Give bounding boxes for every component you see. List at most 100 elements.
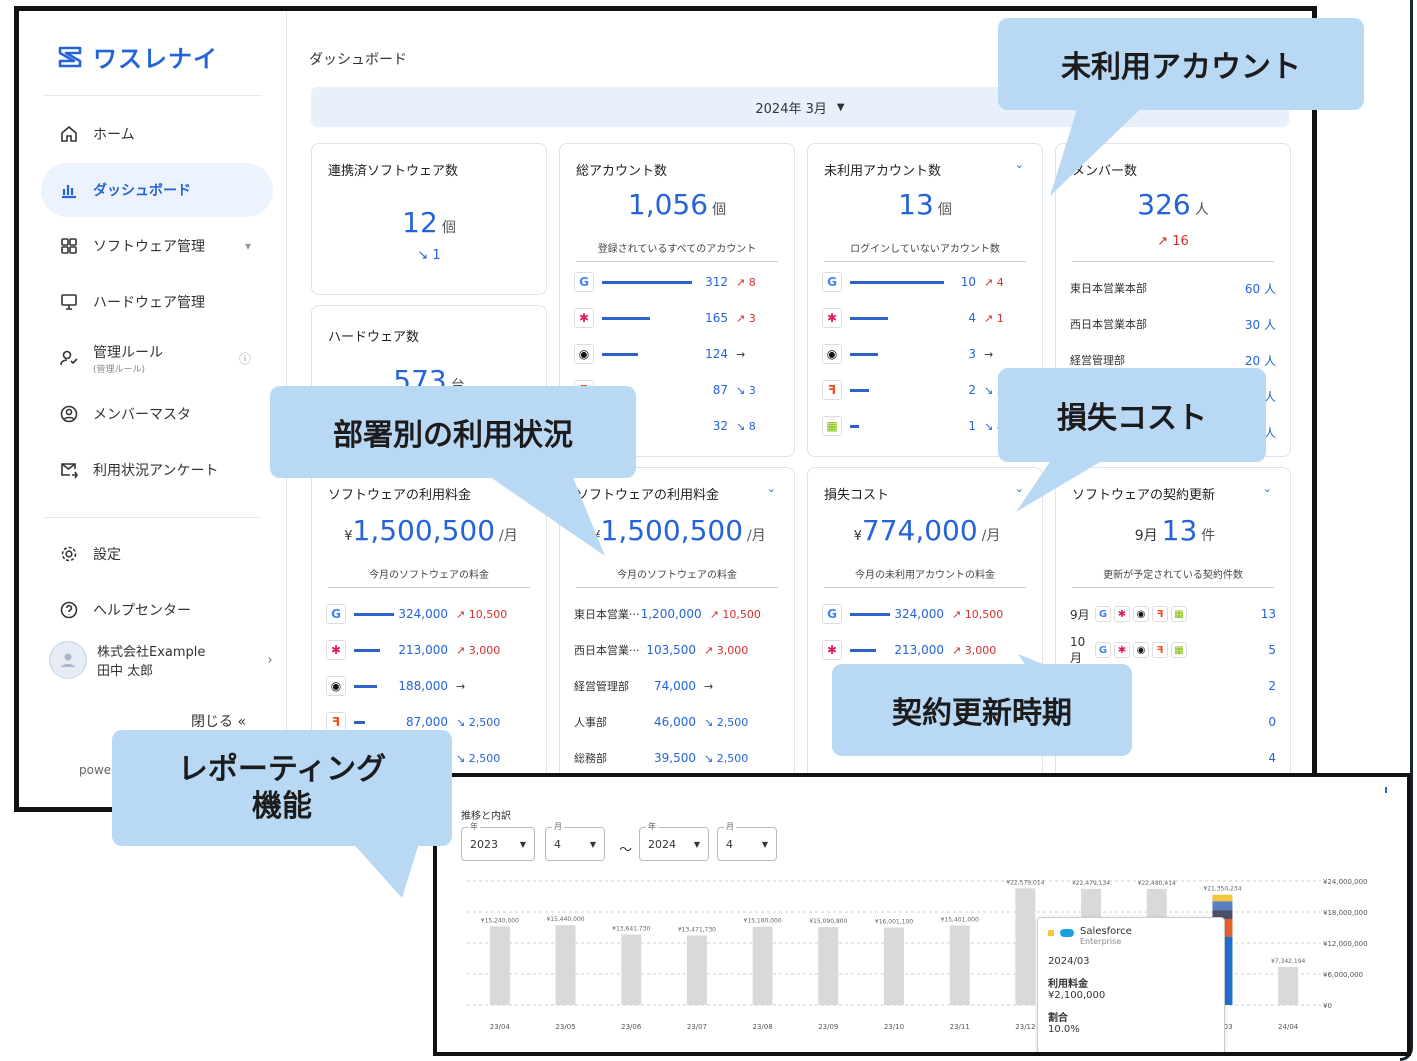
callout-tail bbox=[1016, 456, 1110, 512]
sidebar-item-survey[interactable]: 利用状況アンケート bbox=[41, 443, 273, 497]
list-item[interactable]: ✱ 4 ↗ 1 bbox=[822, 306, 1028, 330]
row-delta: → bbox=[704, 679, 714, 693]
bar[interactable] bbox=[555, 925, 576, 1005]
card-value: 9月 13 件 bbox=[1056, 514, 1290, 547]
microsoft-icon: ▦ bbox=[1171, 642, 1187, 658]
user-menu[interactable]: 株式会社Example 田中 太郎 › bbox=[49, 641, 273, 679]
row-delta: ↘ 2,500 bbox=[704, 715, 749, 729]
list-item[interactable]: 総務部 39,500 ↘ 2,500 bbox=[574, 746, 780, 770]
usage-trend-chart: ¥24,000,000 ¥18,000,000 ¥12,000,000 ¥6,000,… bbox=[467, 878, 1368, 1031]
list-item[interactable]: ✱ 213,000 ↗ 3,000 bbox=[822, 638, 1028, 662]
sidebar-item-rules[interactable]: 管理ルール (管理ルール) ⓘ bbox=[41, 331, 273, 385]
list-item[interactable]: G 10 ↗ 4 bbox=[822, 270, 1028, 294]
sidebar-item-home[interactable]: ホーム bbox=[41, 107, 273, 161]
list-item[interactable]: 人事部 46,000 ↘ 2,500 bbox=[574, 710, 780, 734]
sidebar-item-help[interactable]: ヘルプセンター bbox=[41, 583, 273, 637]
bar[interactable] bbox=[752, 926, 773, 1005]
bar[interactable] bbox=[818, 927, 839, 1005]
bar-value-label: ¥15,240,000 bbox=[481, 917, 519, 924]
close-sidebar-button[interactable]: 閉じる « bbox=[191, 711, 246, 731]
currency: ¥ bbox=[853, 529, 862, 544]
unused-value: 13 bbox=[898, 188, 934, 221]
usage-bar bbox=[850, 316, 888, 320]
chevron-down-icon[interactable]: ⌄ bbox=[1015, 158, 1024, 171]
bar[interactable] bbox=[884, 927, 904, 1005]
logo[interactable]: ワスレナイ bbox=[57, 39, 218, 74]
unit: /月 bbox=[747, 528, 766, 544]
row-label: 東日本営業本部 bbox=[1070, 282, 1147, 295]
software-count-card[interactable]: 連携済ソフトウェア数 12 個 ↘ 1 bbox=[311, 143, 547, 295]
brand-name: ワスレナイ bbox=[93, 45, 218, 73]
callout-reporting: レポーティング 機能 bbox=[112, 730, 452, 846]
list-item[interactable]: G 324,000 ↗ 10,500 bbox=[326, 602, 532, 626]
list-item[interactable]: ✱ 213,000 ↗ 3,000 bbox=[326, 638, 532, 662]
figma-icon: ꟻ bbox=[1152, 642, 1168, 658]
card-subtitle: 今月のソフトウェアの料金 bbox=[576, 566, 778, 588]
list-item[interactable]: 西日本営業··· 103,500 ↗ 3,000 bbox=[574, 638, 780, 662]
list-item[interactable]: ◉ 124 → bbox=[574, 342, 780, 366]
list-item[interactable]: 西日本営業本部 30 人 bbox=[1070, 312, 1276, 336]
card-value: ¥774,000/月 bbox=[808, 514, 1042, 547]
card-value: 13 個 bbox=[808, 188, 1042, 221]
person-circle-icon bbox=[60, 405, 78, 423]
callout-text: 部署別の利用状況 bbox=[333, 418, 573, 453]
list-item[interactable]: G 324,000 ↗ 10,500 bbox=[822, 602, 1028, 626]
bar-value-label: ¥21,350,234 bbox=[1203, 886, 1241, 893]
usage-bar bbox=[850, 352, 878, 356]
google-icon: G bbox=[822, 272, 842, 292]
bar[interactable] bbox=[489, 926, 510, 1005]
list-item[interactable]: 経営管理部 74,000 → bbox=[574, 674, 780, 698]
bar[interactable] bbox=[949, 925, 970, 1005]
card-subtitle: 更新が予定されている契約件数 bbox=[1072, 566, 1274, 588]
chevron-down-icon[interactable]: ▾ bbox=[245, 239, 251, 253]
bar-segment[interactable] bbox=[1212, 901, 1233, 911]
list-item[interactable]: 東日本営業本部 60 人 bbox=[1070, 276, 1276, 300]
bar[interactable] bbox=[1015, 888, 1036, 1005]
usage-bar bbox=[850, 648, 876, 652]
chevron-down-icon[interactable]: ⌄ bbox=[1263, 482, 1272, 495]
list-item[interactable]: ◉ 3 → bbox=[822, 342, 1028, 366]
row-delta: ↘ 2,500 bbox=[456, 715, 501, 729]
bar[interactable] bbox=[686, 935, 707, 1005]
bar-value-label: ¥15,440,000 bbox=[546, 916, 584, 923]
bar-value-label: ¥22,579,014 bbox=[1006, 879, 1044, 886]
row-value: 103,500 bbox=[646, 643, 696, 657]
chevron-down-icon[interactable]: ⌄ bbox=[767, 482, 776, 495]
x-tick-label: 23/05 bbox=[555, 1023, 575, 1031]
list-item[interactable]: ◉ 188,000 → bbox=[326, 674, 532, 698]
callout-loss-cost: 損失コスト bbox=[998, 368, 1266, 462]
row-delta: ↗ 3,000 bbox=[456, 643, 501, 657]
usage-bar bbox=[850, 388, 869, 392]
bar-segment[interactable] bbox=[1212, 894, 1233, 902]
x-tick-label: 23/09 bbox=[818, 1023, 838, 1031]
row-label: 西日本営業本部 bbox=[1070, 318, 1147, 331]
sidebar-item-settings[interactable]: 設定 bbox=[41, 527, 273, 581]
callout-department-usage: 部署別の利用状況 bbox=[270, 386, 636, 478]
card-title: ハードウェア数 bbox=[328, 330, 420, 345]
list-item[interactable]: 東日本営業··· 1,200,000 ↗ 10,500 bbox=[574, 602, 780, 626]
sidebar-item-hardware[interactable]: ハードウェア管理 bbox=[41, 275, 273, 329]
row-value: 188,000 bbox=[398, 679, 448, 693]
bar-chart-icon bbox=[62, 185, 76, 199]
row-delta: ↗ 10,500 bbox=[952, 607, 1004, 621]
sidebar-item-members[interactable]: メンバーマスタ bbox=[41, 387, 273, 441]
row-value: 312 bbox=[705, 275, 728, 289]
bar[interactable] bbox=[1278, 967, 1299, 1005]
bar-value-label: ¥16,001,100 bbox=[875, 918, 913, 925]
help-icon[interactable]: ⓘ bbox=[239, 350, 251, 367]
x-tick-label: 23/11 bbox=[950, 1023, 970, 1031]
sidebar-item-software[interactable]: ソフトウェア管理 ▾ bbox=[41, 219, 273, 273]
row-delta: ↘ 3 bbox=[736, 383, 756, 397]
tooltip-plan: Enterprise bbox=[1080, 937, 1122, 946]
bar[interactable] bbox=[621, 934, 642, 1005]
renewal-value: 13 bbox=[1161, 514, 1198, 547]
row-value: 74,000 bbox=[654, 679, 696, 693]
row-value: 1,200,000 bbox=[640, 607, 702, 621]
list-item[interactable]: ✱ 165 ↗ 3 bbox=[574, 306, 780, 330]
callout-tail bbox=[480, 470, 605, 556]
row-value: 1 bbox=[968, 419, 976, 433]
list-item[interactable]: G 312 ↗ 8 bbox=[574, 270, 780, 294]
sidebar-item-label: ハードウェア管理 bbox=[93, 295, 205, 311]
sidebar-item-dashboard[interactable]: ダッシュボード bbox=[41, 163, 273, 217]
currency: ¥ bbox=[344, 529, 353, 544]
